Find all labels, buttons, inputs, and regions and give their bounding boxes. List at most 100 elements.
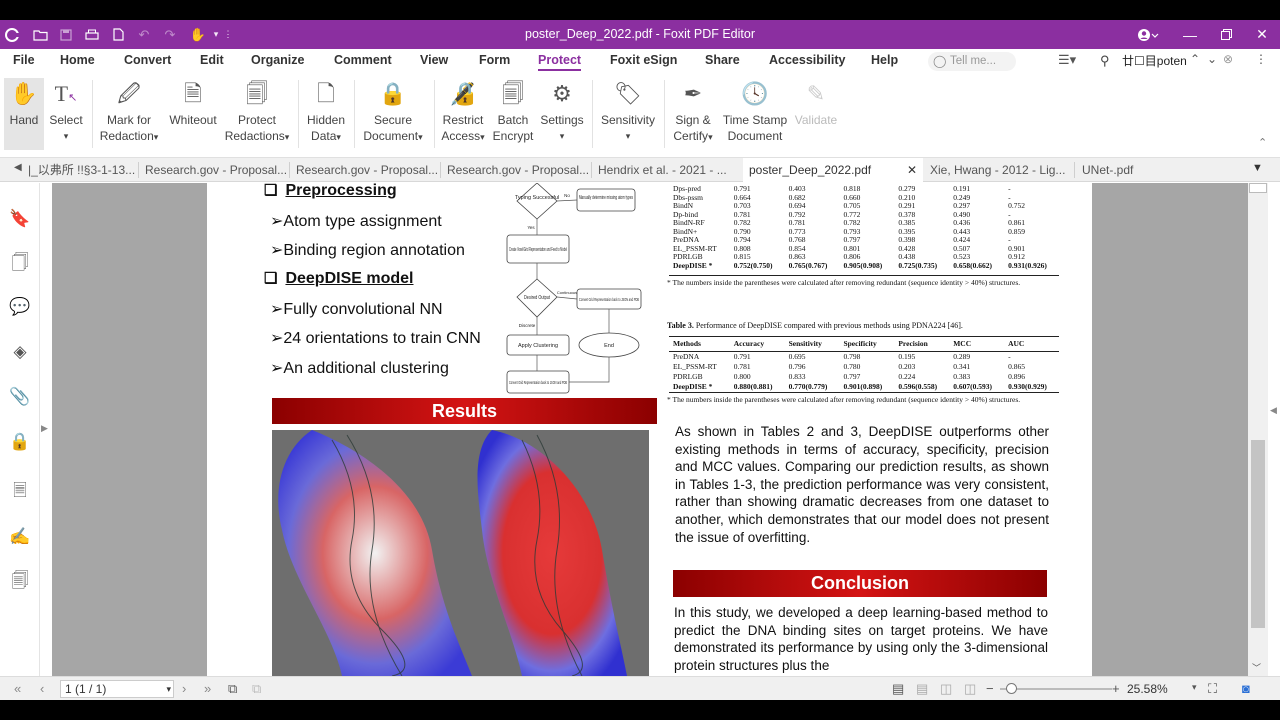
find-next-icon[interactable]: ⌄ [1207, 52, 1217, 66]
expand-right-panel-icon[interactable]: ◀ [1270, 405, 1277, 416]
tab-document-3[interactable]: Research.gov - Proposal... [290, 158, 440, 182]
open-folder-icon[interactable] [28, 20, 52, 49]
chevron-down-icon: ▾ [336, 132, 341, 142]
tab-document-1[interactable]: |_以弗所 !!§3-1-13... [22, 158, 138, 182]
more-options-icon[interactable]: ⋮ [1255, 52, 1267, 66]
close-window-icon[interactable]: ✕ [1244, 20, 1280, 49]
tags-icon[interactable]: 🗐 [8, 569, 32, 593]
expand-panel-icon[interactable]: ▶ [41, 423, 48, 434]
customize-qa-icon[interactable]: ⋮ [216, 20, 240, 49]
flow-discrete-text: Discrete [519, 323, 536, 328]
menu-file[interactable]: File [13, 53, 35, 67]
redo-icon[interactable]: ↷ [158, 20, 182, 49]
bookmark-icon[interactable]: 🔖 [8, 207, 32, 231]
fullscreen-icon[interactable]: ⛶ [1208, 681, 1217, 697]
minimize-icon[interactable]: — [1172, 20, 1208, 49]
tab-list-dropdown-icon[interactable]: ▼ [1252, 162, 1263, 174]
hidden-data-button[interactable]: 🗋 Hidden Data▾ [302, 78, 350, 150]
clear-find-icon[interactable]: ⊗ [1223, 52, 1233, 66]
copy-page-icon[interactable]: ⧉ [228, 681, 237, 697]
continuous-view-icon[interactable]: ▤ [916, 681, 928, 697]
flow-arrow [556, 199, 578, 202]
layers-icon[interactable]: ◈ [8, 340, 32, 364]
checkbox-bullet-icon: ❑ [264, 183, 278, 199]
menu-accessibility[interactable]: Accessibility [769, 53, 845, 67]
zoom-slider-handle[interactable] [1006, 683, 1017, 694]
facing-view-icon[interactable]: ◫ [940, 681, 952, 697]
tab-document-5[interactable]: Hendrix et al. - 2021 - ... [592, 158, 742, 182]
zoom-out-icon[interactable]: − [986, 681, 994, 696]
comments-icon[interactable]: 💬 [8, 295, 32, 319]
new-doc-icon[interactable] [106, 20, 130, 49]
print-icon[interactable] [80, 20, 104, 49]
tab-document-7[interactable]: Xie, Hwang - 2012 - Lig... [924, 158, 1074, 182]
single-page-view-icon[interactable]: ▤ [892, 681, 904, 697]
menu-convert[interactable]: Convert [124, 53, 171, 67]
content-icon[interactable]: 🗏 [8, 479, 32, 503]
restrict-access-button[interactable]: 🔏 Restrict Access▾ [438, 78, 488, 150]
assistant-icon[interactable]: ◙ [1242, 681, 1250, 696]
pages-thumbnail-icon[interactable]: 🗍 [8, 251, 32, 275]
table-cell: 0.752 [1008, 201, 1025, 210]
tab-document-8[interactable]: UNet-.pdf [1076, 158, 1186, 182]
search-icon[interactable]: ⚲ [1100, 53, 1110, 69]
find-prev-icon[interactable]: ⌃ [1190, 52, 1200, 66]
tab-active-document[interactable]: poster_Deep_2022.pdf ✕ [743, 158, 923, 182]
scrollbar-thumb[interactable] [1251, 440, 1265, 628]
hand-button[interactable]: ✋ Hand [4, 78, 44, 150]
close-tab-icon[interactable]: ✕ [907, 158, 917, 182]
attachment-icon[interactable]: 📎 [8, 385, 32, 409]
signature-icon[interactable]: ✍ [8, 525, 32, 549]
security-lock-icon[interactable]: 🔒 [8, 430, 32, 454]
sensitivity-button[interactable]: 🏷 Sensitivity ▾ [596, 78, 660, 150]
menu-help[interactable]: Help [871, 53, 898, 67]
scroll-down-icon[interactable]: ﹀ [1252, 661, 1261, 674]
menu-share[interactable]: Share [705, 53, 740, 67]
validate-button[interactable]: ✎ Validate [792, 78, 840, 150]
batch-encrypt-button[interactable]: 🗐 Batch Encrypt [490, 78, 536, 150]
whiteout-button[interactable]: 🗎 Whiteout [166, 78, 220, 150]
save-icon[interactable] [54, 20, 78, 49]
menu-organize[interactable]: Organize [251, 53, 305, 67]
menu-comment[interactable]: Comment [334, 53, 392, 67]
menu-protect[interactable]: Protect [538, 53, 582, 71]
menu-foxit-esign[interactable]: Foxit eSign [610, 53, 677, 67]
last-page-icon[interactable]: » [204, 681, 211, 696]
undo-icon[interactable]: ↶ [132, 20, 156, 49]
tell-me-search[interactable]: ◯ Tell me... [928, 52, 1016, 71]
menu-form[interactable]: Form [479, 53, 510, 67]
protect-redactions-button[interactable]: 🗐 Protect Redactions▾ [222, 78, 292, 150]
model-heading-text: DeepDISE model [285, 270, 414, 287]
next-page-icon[interactable]: › [182, 681, 186, 696]
sign-certify-button[interactable]: ✒ Sign & Certify▾ [668, 78, 718, 150]
account-icon[interactable] [1128, 20, 1168, 49]
zoom-level[interactable]: 25.58% [1127, 682, 1168, 696]
insert-page-icon[interactable]: ⧉ [252, 681, 261, 697]
tab-scroll-left-icon[interactable]: ◀ [14, 162, 22, 173]
find-input[interactable]: 廿☐目poten [1122, 52, 1187, 69]
time-stamp-button[interactable]: 🕓 Time Stamp Document [720, 78, 790, 150]
first-page-icon[interactable]: « [14, 681, 21, 696]
find-options-icon[interactable]: ☰▾ [1058, 52, 1076, 68]
menu-view[interactable]: View [420, 53, 448, 67]
page-number-input[interactable]: 1 (1 / 1) ▾ [60, 680, 174, 698]
secure-document-button[interactable]: 🔒 Secure Document▾ [358, 78, 428, 150]
chevron-down-icon[interactable]: ▾ [1192, 682, 1197, 693]
mark-for-redaction-button[interactable]: 🖉 Mark for Redaction▾ [96, 78, 162, 150]
restore-icon[interactable] [1208, 20, 1244, 49]
tab-document-4[interactable]: Research.gov - Proposal... [441, 158, 591, 182]
menu-home[interactable]: Home [60, 53, 95, 67]
vertical-scrollbar[interactable]: ︿ ﹀ [1248, 183, 1268, 676]
settings-button[interactable]: ⚙ Settings ▾ [538, 78, 586, 150]
zoom-in-icon[interactable]: + [1112, 681, 1120, 696]
table-row: BindN 0.703 0.694 0.705 0.291 0.297 0.752 [669, 201, 1059, 211]
chevron-down-icon[interactable]: ▾ [166, 681, 171, 697]
continuous-facing-view-icon[interactable]: ◫ [964, 681, 976, 697]
previous-page-icon[interactable]: ‹ [40, 681, 44, 696]
select-button[interactable]: T↖ Select ▾ [48, 78, 84, 150]
collapse-ribbon-icon[interactable]: ⌃ [1258, 136, 1267, 149]
foxit-logo-icon[interactable] [0, 20, 24, 49]
bullet-clustering: ➢An additional clustering [270, 358, 449, 378]
tab-document-2[interactable]: Research.gov - Proposal... [139, 158, 289, 182]
menu-edit[interactable]: Edit [200, 53, 224, 67]
